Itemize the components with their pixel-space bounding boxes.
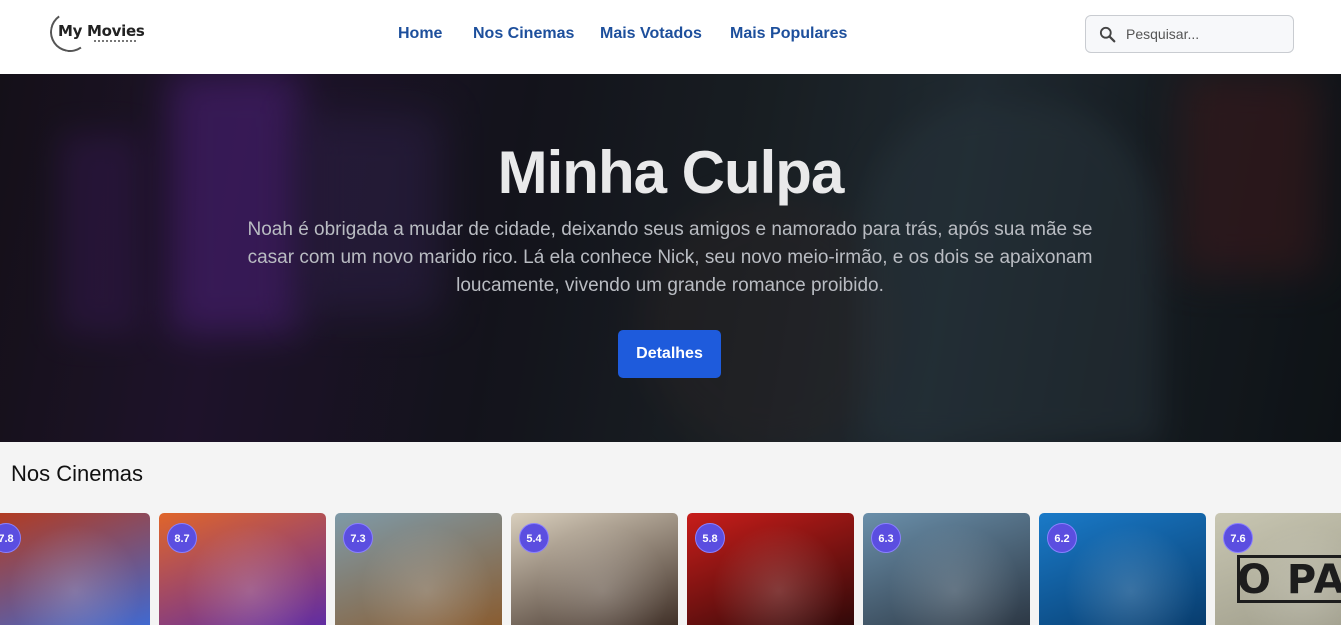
rating-badge: 5.4	[519, 523, 549, 553]
rating-badge: 7.6	[1223, 523, 1253, 553]
rating-badge: 8.7	[167, 523, 197, 553]
movie-card[interactable]: 7.8	[0, 513, 150, 625]
search-box[interactable]	[1085, 15, 1294, 53]
section-title-nos-cinemas: Nos Cinemas	[11, 461, 144, 486]
nav-mais-votados[interactable]: Mais Votados	[600, 25, 702, 43]
rating-badge: 5.8	[695, 523, 725, 553]
rating-badge: 6.2	[1047, 523, 1077, 553]
movie-card[interactable]: 5.8	[687, 513, 854, 625]
movie-card[interactable]: 6.3	[863, 513, 1030, 625]
search-icon	[1099, 26, 1116, 43]
search-input[interactable]	[1126, 22, 1286, 46]
movie-card[interactable]: O PACTO 7.6	[1215, 513, 1341, 625]
poster-title-text: O PACTO	[1237, 557, 1341, 603]
top-navbar: My Movies Home Nos Cinemas Mais Votados …	[0, 0, 1341, 74]
details-button[interactable]: Detalhes	[618, 330, 721, 378]
movie-card[interactable]: 5.4	[511, 513, 678, 625]
hero-description: Noah é obrigada a mudar de cidade, deixa…	[247, 219, 1093, 296]
nav-nos-cinemas[interactable]: Nos Cinemas	[473, 25, 574, 43]
movie-carousel[interactable]: 7.8 8.7 7.3 5.4 5.8 6.3 6.2 O PACTO 7.6	[0, 513, 1341, 625]
rating-badge: 6.3	[871, 523, 901, 553]
movie-card[interactable]: 7.3	[335, 513, 502, 625]
nav-home[interactable]: Home	[398, 25, 442, 43]
movie-card[interactable]: 8.7	[159, 513, 326, 625]
hero-title: Minha Culpa	[497, 139, 845, 206]
nav-mais-populares[interactable]: Mais Populares	[730, 25, 847, 43]
movie-card[interactable]: 6.2	[1039, 513, 1206, 625]
rating-badge: 7.3	[343, 523, 373, 553]
hero-banner: Minha Culpa Noah é obrigada a mudar de c…	[0, 74, 1341, 442]
movie-poster	[0, 513, 150, 625]
